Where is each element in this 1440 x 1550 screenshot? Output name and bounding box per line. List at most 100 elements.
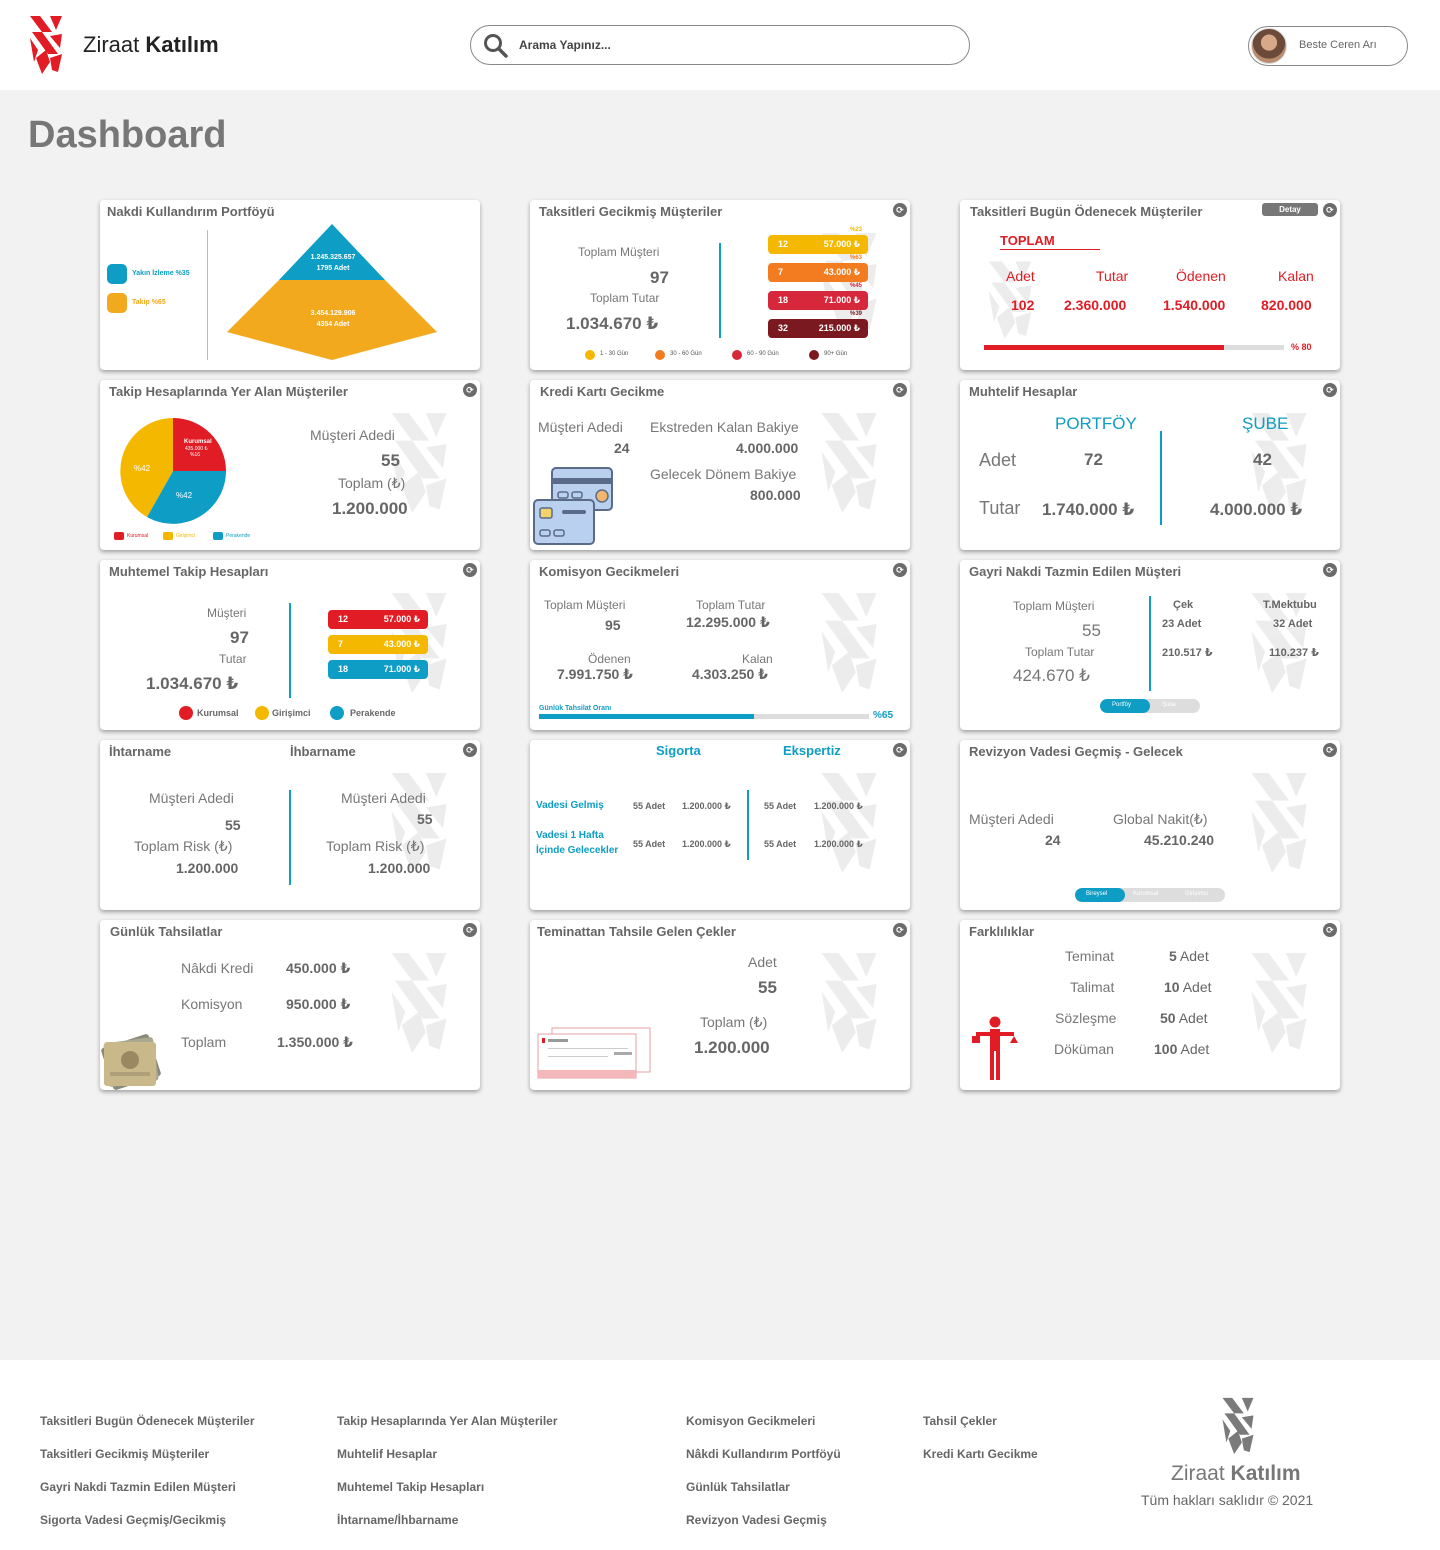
sigorta-gelmis-adet: 55 Adet: [633, 801, 666, 811]
ekspertiz-gelmis-adet: 55 Adet: [764, 801, 797, 811]
footer-link[interactable]: Nâkdi Kullandırım Portföyü: [686, 1447, 841, 1461]
search-input[interactable]: [519, 34, 939, 56]
value-sube-tutar: 4.000.000 ₺: [1210, 500, 1303, 519]
header-portfoy: PORTFÖY: [1055, 414, 1137, 433]
refresh-icon[interactable]: ⟳: [893, 203, 907, 217]
user-menu[interactable]: Beste Ceren Arı: [1248, 26, 1408, 66]
toplam-label: TOPLAM: [1000, 233, 1055, 248]
value-sozlesme: 50 Adet: [1160, 1010, 1208, 1026]
refresh-icon[interactable]: ⟳: [463, 563, 477, 577]
value-toplam: 1.200.000: [332, 499, 408, 518]
footer-link[interactable]: Revizyon Vadesi Geçmiş: [686, 1513, 827, 1527]
footer-link[interactable]: Muhtemel Takip Hesapları: [337, 1480, 484, 1494]
card-title: Muhtemel Takip Hesapları: [109, 564, 269, 579]
label-toplam-musteri: Toplam Müşteri: [578, 245, 660, 259]
bar-kurumsal[interactable]: 12 57.000 ₺: [328, 610, 428, 629]
footer-link[interactable]: Tahsil Çekler: [923, 1414, 997, 1428]
toggle-portfoy[interactable]: Portföy: [1112, 702, 1131, 708]
refresh-icon[interactable]: ⟳: [1323, 203, 1337, 217]
footer-link[interactable]: Takip Hesaplarında Yer Alan Müşteriler: [337, 1414, 558, 1428]
balance-person-icon: [972, 1016, 1018, 1080]
toggle-sube[interactable]: Şube: [1162, 702, 1176, 708]
legend-kurumsal: Kurumsal: [197, 708, 239, 718]
legend-yakin-izleme: Yakın İzleme %35: [132, 270, 190, 277]
refresh-icon[interactable]: ⟳: [893, 563, 907, 577]
card-ihtarname-ihbarname: İhtarname İhbarname ⟳ Müşteri Adedi 55 T…: [100, 740, 480, 910]
bar-90-plus-gun[interactable]: 32 215.000 ₺: [768, 319, 868, 338]
bar-4-pct: %39: [850, 311, 863, 317]
refresh-icon[interactable]: ⟳: [1323, 383, 1337, 397]
legend-girisimci: Girişimci: [272, 708, 311, 718]
toggle-girisimci[interactable]: Girişimci: [1185, 891, 1208, 897]
value-toplam-musteri: 55: [1082, 621, 1101, 640]
card-kredi-karti: Kredi Kartı Gecikme ⟳ Müşteri Adedi 24 E…: [530, 380, 910, 550]
refresh-icon[interactable]: ⟳: [463, 743, 477, 757]
brand-logo-mark-icon: [28, 14, 64, 76]
card-title: Taksitleri Gecikmiş Müşteriler: [539, 204, 723, 219]
value-musteri-adedi: 55: [381, 451, 400, 470]
footer-link[interactable]: Kredi Kartı Gecikme: [923, 1447, 1038, 1461]
brand-watermark-icon: [818, 940, 880, 1066]
check-document-icon: [537, 1027, 651, 1079]
label-ihbar-musteri: Müşteri Adedi: [341, 790, 426, 806]
ekspertiz-gelecek-adet: 55 Adet: [764, 839, 797, 849]
label-toplam-musteri: Toplam Müşteri: [1013, 599, 1095, 613]
legend-takip: Takip %65: [132, 299, 166, 306]
divider: [1160, 431, 1162, 525]
progress-title: Günlük Tahsilat Oranı: [539, 705, 612, 712]
header-teminat-mektubu: T.Mektubu: [1263, 599, 1317, 611]
value-toplam-musteri: 95: [605, 617, 621, 633]
footer-logo-mark-icon: [1220, 1396, 1256, 1456]
pyramid-bottom-count: 4354 Adet: [316, 321, 350, 328]
refresh-icon[interactable]: ⟳: [1323, 563, 1337, 577]
value-dokuman: 100 Adet: [1154, 1041, 1210, 1057]
refresh-icon[interactable]: ⟳: [1323, 923, 1337, 937]
divider: [1149, 596, 1151, 691]
bar-perakende[interactable]: 18 71.000 ₺: [328, 660, 428, 679]
page-title: Dashboard: [28, 114, 227, 156]
legend-swatch: [213, 532, 223, 540]
pyramid-top-value: 1.245.325.657: [310, 254, 356, 261]
divider: [289, 603, 291, 698]
footer-link[interactable]: Muhtelif Hesaplar: [337, 1447, 437, 1461]
bar-girisimci[interactable]: 7 43.000 ₺: [328, 635, 428, 654]
progress-fill: [984, 345, 1224, 350]
search-icon[interactable]: [483, 33, 509, 59]
footer-link[interactable]: Komisyon Gecikmeleri: [686, 1414, 815, 1428]
refresh-icon[interactable]: ⟳: [463, 923, 477, 937]
bar-1-30-gun[interactable]: 12 57.000 ₺: [768, 235, 868, 254]
portfoy-sube-toggle[interactable]: Portföy Şube: [1100, 699, 1200, 713]
banknotes-icon: [101, 1034, 161, 1090]
footer-link[interactable]: Sigorta Vadesi Geçmiş/Gecikmiş: [40, 1513, 226, 1527]
value-toplam-tutar: 424.670 ₺: [1013, 666, 1090, 685]
detay-button[interactable]: Detay: [1262, 203, 1318, 216]
footer-link[interactable]: Taksitleri Bugün Ödenecek Müşteriler: [40, 1414, 255, 1428]
bar-3-pct: %45: [850, 283, 863, 289]
label-musteri-adedi: Müşteri Adedi: [310, 427, 395, 443]
value-adet: 55: [758, 978, 777, 997]
portfolio-pyramid: [227, 224, 437, 360]
footer-link[interactable]: Gayri Nakdi Tazmin Edilen Müşteri: [40, 1480, 236, 1494]
refresh-icon[interactable]: ⟳: [893, 383, 907, 397]
brand-watermark-icon: [818, 760, 880, 886]
segment-toggle[interactable]: Bireysel Kurumsal Girişimci: [1075, 888, 1225, 902]
refresh-icon[interactable]: ⟳: [893, 923, 907, 937]
brand-logo[interactable]: Ziraat Katılım: [28, 14, 228, 76]
label-toplam-tutar: Toplam Tutar: [696, 598, 766, 612]
bar-60-90-gun[interactable]: 18 71.000 ₺: [768, 291, 868, 310]
label-dokuman: Döküman: [1054, 1041, 1114, 1057]
label-ihbar-risk: Toplam Risk (₺): [326, 838, 425, 854]
search-box[interactable]: [470, 25, 970, 65]
footer-link[interactable]: İhtarname/İhbarname: [337, 1513, 458, 1527]
card-title: Taksitleri Bugün Ödenecek Müşteriler: [970, 204, 1203, 219]
footer-link[interactable]: Taksitleri Gecikmiş Müşteriler: [40, 1447, 209, 1461]
toggle-kurumsal[interactable]: Kurumsal: [1133, 891, 1158, 897]
avatar[interactable]: [1251, 28, 1287, 64]
toggle-bireysel[interactable]: Bireysel: [1086, 891, 1107, 897]
refresh-icon[interactable]: ⟳: [1323, 743, 1337, 757]
value-global-nakit: 45.210.240: [1144, 832, 1215, 848]
refresh-icon[interactable]: ⟳: [893, 743, 907, 757]
footer-link[interactable]: Günlük Tahsilatlar: [686, 1480, 790, 1494]
bar-30-60-gun[interactable]: 7 43.000 ₺: [768, 263, 868, 282]
refresh-icon[interactable]: ⟳: [463, 383, 477, 397]
